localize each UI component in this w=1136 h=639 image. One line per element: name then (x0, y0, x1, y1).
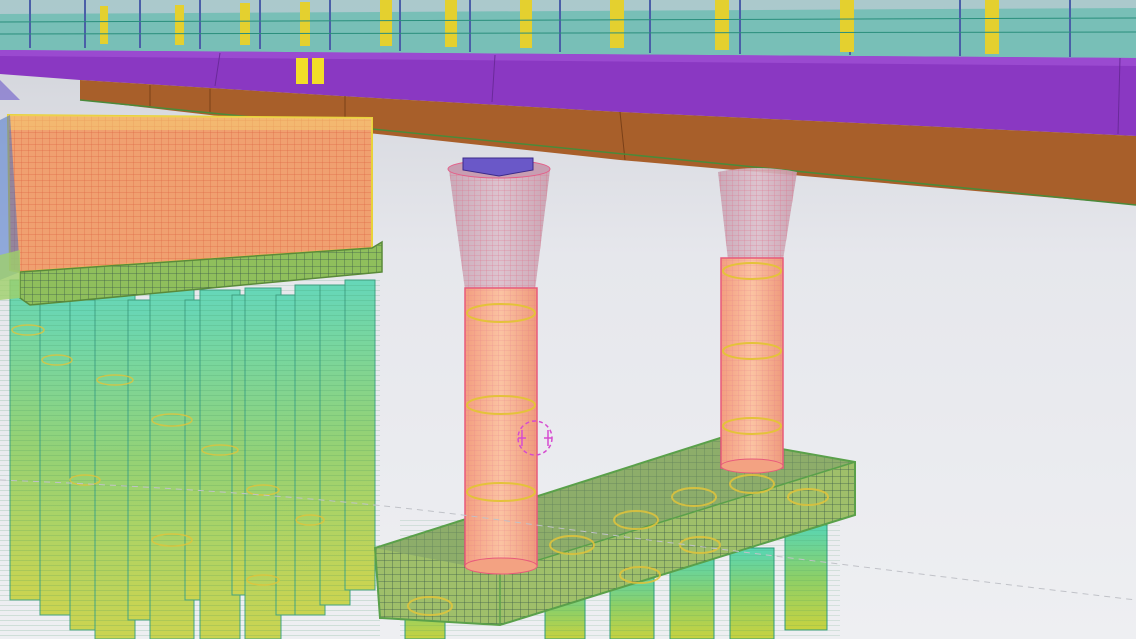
pier-column-left[interactable] (447, 157, 551, 575)
deck-railing[interactable] (0, 0, 1136, 58)
abutment-piles[interactable] (0, 279, 380, 639)
pier-column-right[interactable] (718, 168, 797, 474)
model-scene[interactable] (0, 0, 1136, 639)
model-viewport[interactable] (0, 0, 1136, 639)
